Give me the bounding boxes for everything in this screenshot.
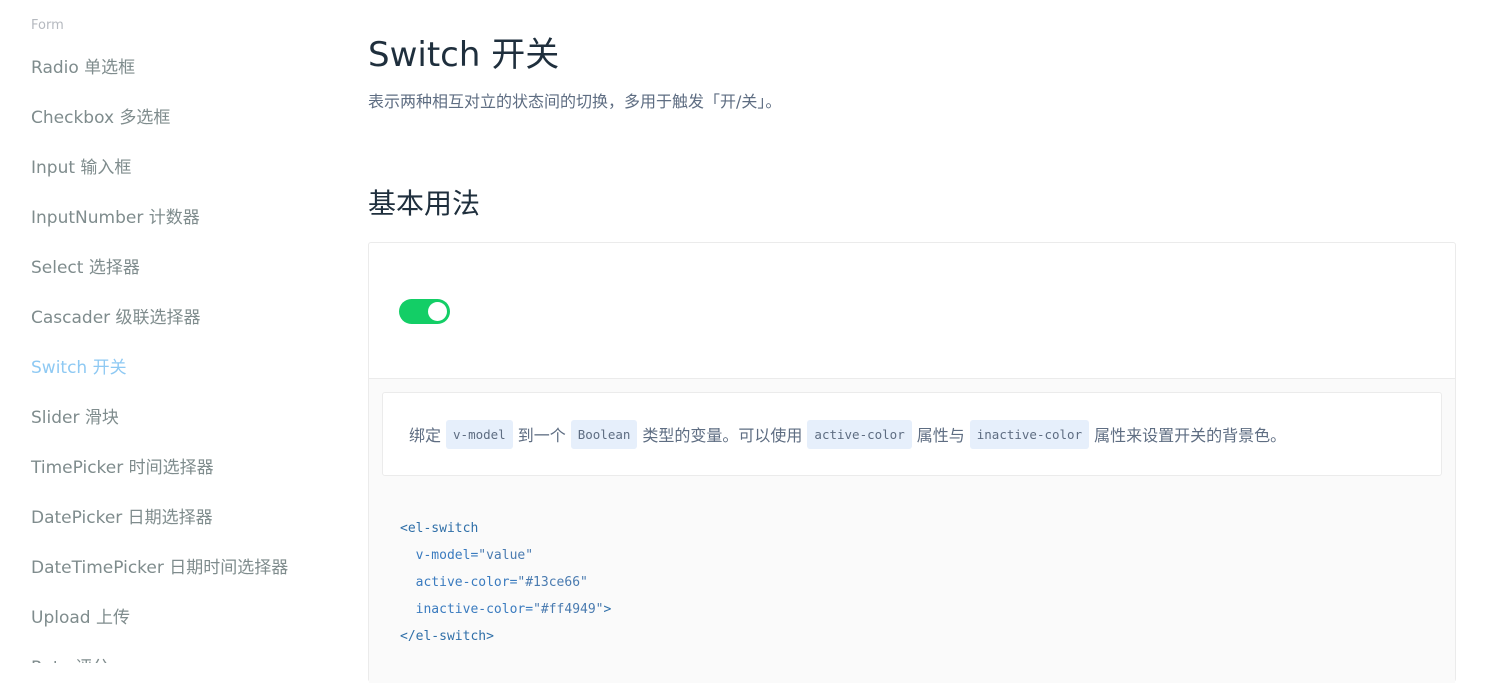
code-string: "#ff4949" [533, 602, 604, 617]
sidebar-item-slider[interactable]: Slider 滑块 [0, 400, 288, 450]
code-attr: inactive-color= [415, 602, 534, 617]
code-string: "value" [478, 548, 534, 563]
code-block: <el-switch v-model="value" active-color=… [400, 515, 611, 650]
inline-code: inactive-color [969, 419, 1090, 449]
sidebar: Form Radio 单选框 Checkbox 多选框 Input 输入框 In… [0, 0, 340, 663]
code-line: active-color="#13ce66" [400, 569, 611, 596]
sidebar-item-input[interactable]: Input 输入框 [0, 150, 288, 200]
demo-block: 绑定 v-model 到一个 Boolean 类型的变量。可以使用 active… [368, 242, 1456, 683]
desc-text: 到一个 [517, 426, 566, 445]
sidebar-item-switch[interactable]: Switch 开关 [0, 350, 288, 400]
section-title: 基本用法 [368, 187, 481, 220]
code-line: inactive-color="#ff4949"> [400, 596, 612, 623]
code-tag: <el-switch [400, 521, 479, 536]
sidebar-item-upload[interactable]: Upload 上传 [0, 600, 288, 650]
switch-knob [428, 302, 447, 321]
code-line: </el-switch> [400, 623, 611, 650]
code-string: "#13ce66" [517, 575, 588, 590]
sidebar-list: Radio 单选框 Checkbox 多选框 Input 输入框 InputNu… [0, 50, 288, 663]
sidebar-item-rate[interactable]: Rate 评分 [0, 650, 288, 663]
desc-text: 类型的变量。可以使用 [642, 426, 803, 445]
sidebar-item-select[interactable]: Select 选择器 [0, 250, 288, 300]
demo-description: 绑定 v-model 到一个 Boolean 类型的变量。可以使用 active… [382, 392, 1442, 476]
code-line: v-model="value" [400, 542, 611, 569]
sidebar-group-label: Form [31, 18, 64, 33]
code-line: <el-switch [400, 515, 611, 542]
switch-toggle[interactable] [399, 299, 450, 324]
desc-text: 绑定 [409, 426, 442, 445]
page-description: 表示两种相互对立的状态间的切换，多用于触发「开/关」。 [368, 92, 782, 111]
demo-source [369, 243, 1455, 379]
sidebar-item-timepicker[interactable]: TimePicker 时间选择器 [0, 450, 288, 500]
inline-code: active-color [807, 419, 912, 449]
code-attr: v-model= [415, 548, 479, 563]
sidebar-item-inputnumber[interactable]: InputNumber 计数器 [0, 200, 288, 250]
code-attr: active-color= [415, 575, 518, 590]
inline-code: Boolean [570, 419, 638, 449]
inline-code: v-model [446, 419, 513, 449]
desc-text: 属性与 [916, 426, 965, 445]
desc-text: 属性来设置开关的背景色。 [1094, 426, 1287, 445]
sidebar-item-radio[interactable]: Radio 单选框 [0, 50, 288, 100]
code-tag: </el-switch> [400, 629, 494, 644]
sidebar-item-checkbox[interactable]: Checkbox 多选框 [0, 100, 288, 150]
sidebar-item-datepicker[interactable]: DatePicker 日期选择器 [0, 500, 288, 550]
main-content: Switch 开关 表示两种相互对立的状态间的切换，多用于触发「开/关」。 基本… [368, 0, 1458, 683]
code-tag: > [603, 602, 612, 617]
sidebar-item-datetimepicker[interactable]: DateTimePicker 日期时间选择器 [0, 550, 288, 600]
page-title: Switch 开关 [368, 35, 560, 75]
sidebar-item-cascader[interactable]: Cascader 级联选择器 [0, 300, 288, 350]
demo-meta: 绑定 v-model 到一个 Boolean 类型的变量。可以使用 active… [369, 379, 1455, 683]
